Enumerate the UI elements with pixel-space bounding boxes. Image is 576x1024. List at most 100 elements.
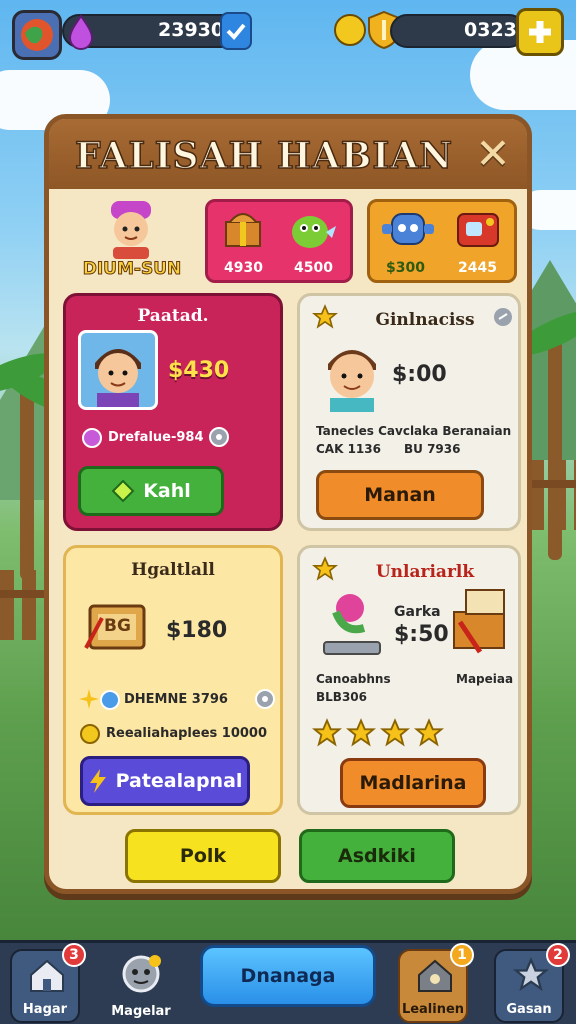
nav-item-home[interactable]: 3 Hagar (10, 943, 86, 1023)
buy-button-yellow-card[interactable]: Patealapnal (80, 756, 250, 806)
offer-card-yellow[interactable]: Hgaltlall BG $180 DHEMNE 3796 Reealiahap… (63, 545, 283, 815)
red-machine-icon (457, 213, 499, 247)
coins-value: 0323 (464, 19, 517, 41)
globe-icon (21, 19, 53, 51)
gem-small-icon (100, 690, 120, 710)
card-price: $:50 (394, 622, 449, 647)
add-coins-button[interactable] (516, 8, 564, 56)
plus-icon (529, 21, 551, 43)
card-title: Ginlnaciss (375, 310, 475, 330)
buy-button-white-bottom-card[interactable]: Madlarina (340, 758, 486, 808)
boy-portrait-icon (95, 349, 141, 407)
nav-item-label: Hagar (22, 1002, 68, 1017)
character-portrait (312, 332, 392, 412)
bundle-pink-price-a: 4930 (224, 260, 263, 276)
crate-label: BG (104, 616, 131, 636)
player-portrait-icon (111, 201, 151, 259)
card-desc-line-2: BLB306 (316, 690, 367, 704)
card-price: $430 (168, 358, 230, 383)
settings-gear-icon (209, 427, 229, 447)
footer-right-label: Asdkiki (338, 845, 416, 867)
star-icon (414, 718, 444, 747)
gift-chest-icon (225, 213, 261, 247)
settings-gear-icon (255, 689, 275, 709)
home-icon (30, 959, 64, 992)
nav-item-leaderboard[interactable]: 1 Lealinen (398, 943, 474, 1023)
buy-button-white-top-card[interactable]: Manan (316, 470, 484, 520)
nav-badge: 3 (62, 943, 86, 967)
buy-button-label: Manan (364, 484, 436, 506)
panel-title: FALISAH HABIAN (74, 134, 454, 178)
star-icon (380, 718, 410, 747)
card-info: Drefalue-984 (108, 430, 204, 445)
card-title: Unlariarlk (375, 562, 475, 582)
card-reward: Reealiahaplees 10000 (106, 726, 268, 741)
card-subtitle: Garka (394, 604, 441, 620)
buy-button-label: Kahl (143, 480, 191, 502)
scroll-chest-icon (453, 589, 505, 654)
nav-item-label: Gasan (506, 1002, 552, 1017)
nav-item-season[interactable]: 2 Gasan (494, 943, 570, 1023)
character-face-icon (122, 955, 161, 993)
bundle-pink[interactable]: 4930 4500 (205, 199, 353, 283)
lightning-icon (89, 769, 106, 793)
nav-badge: 1 (450, 943, 474, 967)
bundle-orange-price-b: 2445 (458, 260, 497, 276)
offer-card-red[interactable]: Paatad. $430 Drefalue-984 Kahl (63, 293, 283, 531)
close-icon: ✕ (475, 128, 511, 178)
buy-button-red-card[interactable]: Kahl (78, 466, 224, 516)
rating-stars (312, 718, 452, 750)
info-icon (494, 308, 512, 326)
offer-card-white-bottom[interactable]: Unlariarlk Garka $:50 Canoabhns BLB306 M… (297, 545, 521, 815)
diamond-icon (111, 479, 135, 503)
nav-item-main[interactable]: Dnanaga (200, 945, 376, 1007)
player-avatar[interactable]: DIUM-SUN (77, 197, 187, 287)
buy-button-label: Madlarina (359, 772, 467, 794)
green-creature-icon (292, 216, 336, 248)
nav-item-label: Magelar (111, 1004, 171, 1019)
star-badge-icon (512, 957, 550, 992)
house-lock-icon (418, 959, 452, 992)
trophy-icon (323, 594, 381, 655)
character-portrait (78, 330, 158, 410)
star-icon (346, 718, 376, 747)
check-icon (226, 23, 246, 40)
star-icon (312, 304, 338, 329)
nav-item-label: Lealinen (401, 1002, 465, 1017)
robot-icon (382, 213, 434, 245)
footer-left-label: Polk (179, 845, 227, 867)
gem-small-icon (82, 428, 102, 448)
footer-right-button[interactable]: Asdkiki (299, 829, 455, 883)
player-name: DIUM-SUN (82, 259, 182, 280)
bundle-pink-price-b: 4500 (294, 260, 333, 276)
card-desc-line-1: Canoabhns (316, 672, 391, 686)
card-title: Paatad. (137, 306, 209, 326)
profile-button[interactable] (12, 10, 62, 60)
card-desc-line-1: Tanecles Cavclaka Beranaian (316, 424, 512, 438)
nav-item-character[interactable]: Magelar (106, 949, 176, 1023)
card-price: $180 (166, 618, 228, 643)
sparkle-icon (79, 689, 99, 709)
card-price: $:00 (392, 362, 447, 387)
card-desc-line-3: BU 7936 (404, 442, 461, 456)
card-desc-line-2: CAK 1136 (316, 442, 381, 456)
crate-icon: BG (82, 588, 152, 658)
card-side-label: Mapeiaa (456, 672, 514, 686)
footer-left-button[interactable]: Polk (125, 829, 281, 883)
add-gems-button[interactable] (220, 12, 252, 50)
gems-value: 23930 (158, 19, 225, 41)
star-icon (312, 718, 342, 747)
bundle-orange[interactable]: $300 2445 (367, 199, 517, 283)
nav-main-label: Dnanaga (240, 965, 336, 987)
shop-panel: FALISAH HABIAN ✕ DIUM-SUN 4930 4500 $300… (44, 114, 532, 894)
gem-icon (68, 14, 94, 50)
boy-portrait-icon (328, 350, 376, 412)
card-info: DHEMNE 3796 (124, 692, 228, 707)
card-title: Hgaltlall (131, 560, 215, 580)
close-button[interactable]: ✕ (471, 128, 515, 178)
offer-card-white-top[interactable]: Ginlnaciss $:00 Tanecles Cavclaka Berana… (297, 293, 521, 531)
star-icon (312, 556, 338, 581)
bundle-orange-price-a: $300 (386, 260, 425, 276)
bottom-nav: 3 Hagar Magelar Dnanaga 1 Lealinen 2 Gas… (0, 940, 576, 1024)
coin-icon (334, 14, 366, 46)
